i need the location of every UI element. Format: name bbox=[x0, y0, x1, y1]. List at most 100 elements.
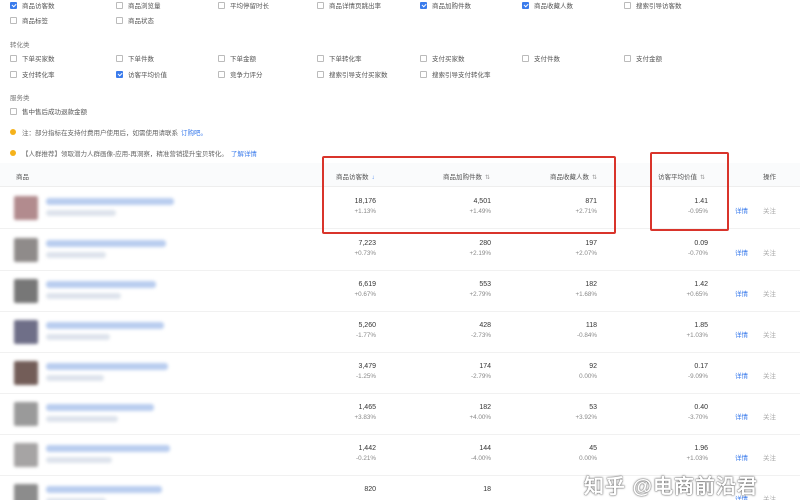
metric-option[interactable]: 商品浏览量 bbox=[116, 0, 161, 10]
checkbox-icon[interactable] bbox=[116, 1, 123, 9]
metric-option[interactable]: 商品访客数 bbox=[10, 0, 55, 10]
cell-value: 182 bbox=[585, 281, 597, 288]
cell-value: 1,442 bbox=[358, 445, 376, 452]
checkbox-icon[interactable] bbox=[420, 70, 427, 78]
detail-link[interactable]: 详情 bbox=[735, 452, 748, 462]
cell-cart: 553 +2.79% bbox=[421, 281, 491, 298]
checkbox-icon[interactable] bbox=[10, 54, 17, 62]
product-title-redacted[interactable] bbox=[46, 486, 162, 493]
metric-option[interactable]: 下单金额 bbox=[218, 53, 256, 63]
cell-value: 197 bbox=[585, 240, 597, 247]
metric-option[interactable]: 商品标签 bbox=[10, 15, 48, 25]
checkbox-icon[interactable] bbox=[218, 70, 225, 78]
product-title-redacted[interactable] bbox=[46, 445, 170, 452]
product-title-redacted[interactable] bbox=[46, 404, 154, 411]
metric-option[interactable]: 访客平均价值 bbox=[116, 69, 167, 79]
cell-value: 0.40 bbox=[694, 404, 708, 411]
follow-link[interactable]: 关注 bbox=[763, 493, 776, 500]
product-title-redacted[interactable] bbox=[46, 322, 164, 329]
checkbox-icon[interactable] bbox=[317, 70, 324, 78]
metric-option[interactable]: 支付件数 bbox=[522, 53, 560, 63]
follow-link[interactable]: 关注 bbox=[763, 370, 776, 380]
sort-down-icon[interactable]: ↓ bbox=[372, 175, 375, 181]
product-title-redacted[interactable] bbox=[46, 240, 166, 247]
product-meta-redacted bbox=[46, 293, 121, 299]
checkbox-checked-icon[interactable] bbox=[420, 1, 427, 9]
metric-option[interactable]: 支付转化率 bbox=[10, 69, 55, 79]
checkbox-icon[interactable] bbox=[420, 54, 427, 62]
metric-option[interactable]: 商品状态 bbox=[116, 15, 154, 25]
product-meta-redacted bbox=[46, 416, 118, 422]
detail-link[interactable]: 详情 bbox=[735, 288, 748, 298]
sort-icon[interactable]: ⇅ bbox=[485, 175, 490, 181]
checkbox-checked-icon[interactable] bbox=[10, 1, 17, 9]
metric-option[interactable]: 搜索引导支付转化率 bbox=[420, 69, 491, 79]
checkbox-icon[interactable] bbox=[10, 107, 17, 115]
product-title-redacted[interactable] bbox=[46, 363, 168, 370]
detail-link[interactable]: 详情 bbox=[735, 329, 748, 339]
product-title-redacted[interactable] bbox=[46, 281, 156, 288]
product-thumbnail[interactable] bbox=[14, 484, 38, 500]
follow-link[interactable]: 关注 bbox=[763, 411, 776, 421]
checkbox-icon[interactable] bbox=[10, 16, 17, 24]
col-avg-value-label: 访客平均价值 bbox=[658, 174, 697, 181]
metric-option[interactable]: 竞争力评分 bbox=[218, 69, 263, 79]
col-visitors[interactable]: 商品访客数 ↓ bbox=[336, 171, 375, 181]
follow-link[interactable]: 关注 bbox=[763, 247, 776, 257]
metric-option[interactable]: 下单转化率 bbox=[317, 53, 362, 63]
metric-option[interactable]: 支付买家数 bbox=[420, 53, 465, 63]
checkbox-icon[interactable] bbox=[116, 54, 123, 62]
metric-option[interactable]: 商品收藏人数 bbox=[522, 0, 573, 10]
notice-link[interactable]: 订购吧。 bbox=[181, 127, 207, 137]
product-thumbnail[interactable] bbox=[14, 402, 38, 426]
checkbox-icon[interactable] bbox=[116, 16, 123, 24]
cell-avg: 1.96 +1.03% bbox=[638, 445, 708, 462]
cell-value: 1,465 bbox=[358, 404, 376, 411]
sort-icon[interactable]: ⇅ bbox=[592, 175, 597, 181]
metric-option[interactable]: 支付金额 bbox=[624, 53, 662, 63]
metric-option[interactable]: 搜索引导支付买家数 bbox=[317, 69, 388, 79]
metric-option[interactable]: 售中售后成功退款金额 bbox=[10, 106, 87, 116]
metric-option[interactable]: 商品加购件数 bbox=[420, 0, 471, 10]
metric-option[interactable]: 下单件数 bbox=[116, 53, 154, 63]
cell-visitors: 1,442 -0.21% bbox=[306, 445, 376, 462]
metric-option[interactable]: 商品详情页跳出率 bbox=[317, 0, 381, 10]
metric-option[interactable]: 下单买家数 bbox=[10, 53, 55, 63]
detail-link[interactable]: 详情 bbox=[735, 370, 748, 380]
product-thumbnail[interactable] bbox=[14, 196, 38, 220]
checkbox-checked-icon[interactable] bbox=[116, 70, 123, 78]
detail-link[interactable]: 详情 bbox=[735, 411, 748, 421]
product-thumbnail[interactable] bbox=[14, 320, 38, 344]
follow-link[interactable]: 关注 bbox=[763, 452, 776, 462]
detail-link[interactable]: 详情 bbox=[735, 205, 748, 215]
checkbox-icon[interactable] bbox=[10, 70, 17, 78]
metric-option[interactable]: 平均停留时长 bbox=[218, 0, 269, 10]
follow-link[interactable]: 关注 bbox=[763, 205, 776, 215]
product-thumbnail[interactable] bbox=[14, 279, 38, 303]
col-avg-value[interactable]: 访客平均价值 ⇅ bbox=[658, 171, 705, 181]
notice-link[interactable]: 了解详情 bbox=[231, 148, 257, 158]
checkbox-icon[interactable] bbox=[624, 54, 631, 62]
cell-visitors: 820 bbox=[306, 486, 376, 496]
checkbox-icon[interactable] bbox=[317, 54, 324, 62]
metric-option-label: 平均停留时长 bbox=[230, 3, 269, 10]
product-thumbnail[interactable] bbox=[14, 361, 38, 385]
cell-change: +1.03% bbox=[686, 455, 708, 462]
metric-option[interactable]: 搜索引导访客数 bbox=[624, 0, 682, 10]
checkbox-icon[interactable] bbox=[317, 1, 324, 9]
checkbox-checked-icon[interactable] bbox=[522, 1, 529, 9]
follow-link[interactable]: 关注 bbox=[763, 288, 776, 298]
col-fav[interactable]: 商品收藏人数 ⇅ bbox=[550, 171, 597, 181]
sort-icon[interactable]: ⇅ bbox=[700, 175, 705, 181]
checkbox-icon[interactable] bbox=[522, 54, 529, 62]
follow-link[interactable]: 关注 bbox=[763, 329, 776, 339]
product-title-redacted[interactable] bbox=[46, 198, 174, 205]
checkbox-icon[interactable] bbox=[218, 1, 225, 9]
checkbox-icon[interactable] bbox=[624, 1, 631, 9]
col-cart[interactable]: 商品加购件数 ⇅ bbox=[443, 171, 490, 181]
notice-line: 【人群推荐】领取潜力人群画像-应用-再洞察，精准营销提升宝贝转化。 了解详情 bbox=[10, 148, 257, 158]
product-thumbnail[interactable] bbox=[14, 238, 38, 262]
checkbox-icon[interactable] bbox=[218, 54, 225, 62]
detail-link[interactable]: 详情 bbox=[735, 247, 748, 257]
product-thumbnail[interactable] bbox=[14, 443, 38, 467]
